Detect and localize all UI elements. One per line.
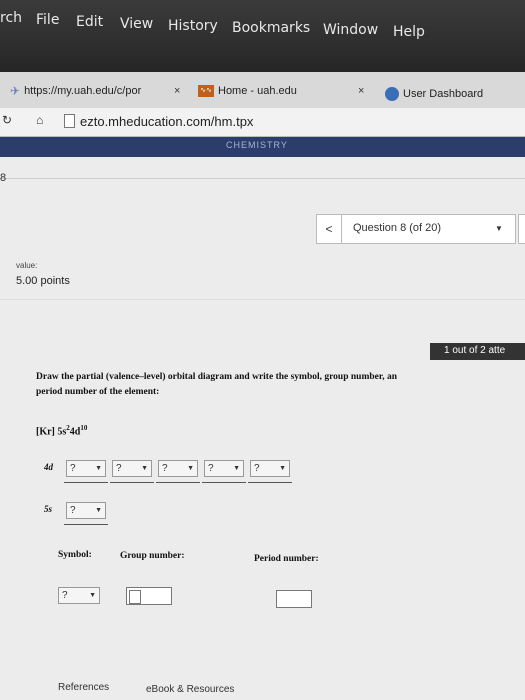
- tab-label: https://my.uah.edu/c/por: [24, 85, 142, 97]
- address-bar-row: ↻ ⌂ ezto.mheducation.com/hm.tpx: [0, 108, 525, 137]
- home-icon[interactable]: ⌂: [36, 113, 43, 127]
- points-value: 5.00 points: [16, 275, 70, 287]
- browser-tabbar: ✈ https://my.uah.edu/c/por × ∿∿ Home - u…: [0, 72, 525, 108]
- attempts-text: 1 out of 2 atte: [444, 345, 506, 356]
- orbital-5s-select[interactable]: ? ▼: [66, 502, 106, 519]
- attempts-badge: 1 out of 2 atte: [430, 343, 525, 360]
- top-divider: [0, 178, 525, 179]
- period-number-label: Period number:: [254, 554, 319, 564]
- tab-uah-portal[interactable]: ✈ https://my.uah.edu/c/por ×: [10, 77, 190, 105]
- orbital-4d-4-line: [202, 482, 246, 483]
- orbital-4d-5-line: [248, 482, 292, 483]
- orbital-4d-4-select[interactable]: ? ▼: [204, 460, 244, 477]
- chevron-down-icon[interactable]: ▼: [495, 224, 503, 233]
- group-number-inner: [129, 590, 141, 604]
- group-number-label: Group number:: [120, 551, 185, 561]
- orbital-4d-3-select[interactable]: ? ▼: [158, 460, 198, 477]
- value-label: value:: [16, 261, 38, 270]
- menu-bookmarks[interactable]: Bookmarks: [232, 20, 310, 36]
- uah-favicon-icon: ✈: [10, 84, 21, 98]
- question-navigator: < Question 8 (of 20) ▼: [316, 214, 516, 244]
- question-page: 8 < Question 8 (of 20) ▼ value: 5.00 poi…: [0, 157, 525, 700]
- ebook-resources-link[interactable]: eBook & Resources: [146, 684, 234, 695]
- menu-help[interactable]: Help: [393, 24, 425, 40]
- close-icon[interactable]: ×: [358, 85, 364, 97]
- orbital-4d-3-line: [156, 482, 200, 483]
- menu-view[interactable]: View: [120, 16, 153, 32]
- tab-home-uah[interactable]: ∿∿ Home - uah.edu ×: [198, 77, 374, 105]
- question-prompt: Draw the partial (valence–level) orbital…: [36, 372, 397, 397]
- period-number-input[interactable]: [276, 590, 312, 608]
- references-link[interactable]: References: [58, 682, 109, 693]
- orbital-5s-label: 5s: [44, 504, 53, 514]
- tab-label: Home - uah.edu: [218, 85, 297, 97]
- symbol-select[interactable]: ? ▼: [58, 587, 100, 604]
- group-number-input[interactable]: [126, 587, 172, 605]
- orbital-4d-2-select[interactable]: ? ▼: [112, 460, 152, 477]
- tab-user-dashboard[interactable]: User Dashboard: [385, 80, 525, 108]
- orbital-4d-1-line: [64, 482, 108, 483]
- menu-file[interactable]: File: [36, 12, 59, 28]
- uah-logo-icon: ∿∿: [198, 85, 214, 97]
- prompt-line-2: period number of the element:: [36, 387, 160, 397]
- sidebar-number: 8: [0, 172, 7, 184]
- menu-history[interactable]: History: [168, 18, 218, 34]
- mac-menubar: rch File Edit View History Bookmarks Win…: [0, 0, 525, 72]
- menu-edit[interactable]: Edit: [76, 14, 103, 30]
- orbital-4d-label: 4d: [44, 462, 53, 472]
- tab-label: User Dashboard: [403, 88, 484, 100]
- prev-question-button[interactable]: <: [317, 215, 342, 243]
- section-divider: [0, 299, 525, 300]
- orbital-4d-2-line: [110, 482, 154, 483]
- orbital-4d-5-select[interactable]: ? ▼: [250, 460, 290, 477]
- next-question-button[interactable]: [518, 214, 525, 244]
- menu-window[interactable]: Window: [323, 22, 378, 38]
- gear-flower-icon: [385, 87, 399, 101]
- reload-icon[interactable]: ↻: [2, 113, 12, 127]
- page-icon: [64, 114, 75, 128]
- prompt-line-1: Draw the partial (valence–level) orbital…: [36, 372, 397, 382]
- banner-title: CHEMISTRY: [226, 140, 288, 150]
- question-selector[interactable]: Question 8 (of 20): [353, 222, 441, 234]
- url-field[interactable]: ezto.mheducation.com/hm.tpx: [80, 114, 253, 129]
- orbital-5s-line: [64, 524, 108, 525]
- course-banner: CHEMISTRY: [0, 137, 525, 157]
- orbital-4d-1-select[interactable]: ? ▼: [66, 460, 106, 477]
- electron-configuration: [Kr] 5s24d10: [36, 424, 88, 438]
- close-icon[interactable]: ×: [174, 85, 180, 97]
- symbol-label: Symbol:: [58, 550, 92, 560]
- menu-search[interactable]: rch: [0, 10, 22, 26]
